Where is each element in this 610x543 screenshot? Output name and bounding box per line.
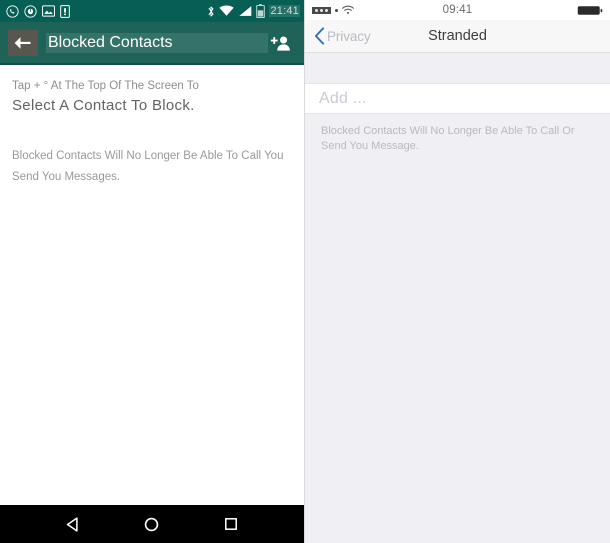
blocked-hint-line-one: Tap + ° At The Top Of The Screen To xyxy=(12,80,199,92)
android-empty-state-body: Tap + ° At The Top Of The Screen To Sele… xyxy=(0,65,304,505)
android-phone-panel: 21:41 Blocked Contacts Tap + ° At The To… xyxy=(0,0,304,543)
android-clock-time: 21:41 xyxy=(269,5,300,17)
battery-icon xyxy=(256,4,266,18)
chevron-left-icon xyxy=(314,27,325,45)
android-navigation-bar xyxy=(0,505,304,543)
android-notification-icons xyxy=(6,4,207,18)
ios-status-bar: 09:41 xyxy=(305,0,610,20)
blocked-description: Blocked Contacts Will No Longer Be Able … xyxy=(12,150,284,183)
back-button[interactable]: Privacy xyxy=(305,27,371,45)
ios-section-spacer xyxy=(305,53,610,83)
add-blocked-contact-label: Add ... xyxy=(319,89,367,107)
recents-square-icon[interactable] xyxy=(211,505,251,543)
wifi-icon xyxy=(219,5,235,17)
android-system-icons: 21:41 xyxy=(207,4,300,18)
back-button-label: Privacy xyxy=(327,28,371,44)
add-blocked-contact-row[interactable]: Add ... xyxy=(305,83,610,114)
page-title: Blocked Contacts xyxy=(46,32,268,53)
ios-section-footer: Blocked Contacts Will No Longer Be Able … xyxy=(305,114,610,543)
back-arrow-icon[interactable] xyxy=(8,29,38,56)
blocked-hint-line-two: Select A Contact To Block. xyxy=(12,97,195,114)
ios-status-right xyxy=(472,5,603,16)
ios-clock-time: 09:41 xyxy=(442,4,473,16)
wifi-icon xyxy=(342,5,354,15)
ios-navigation-bar: Privacy Stranded xyxy=(305,20,610,53)
whatsapp-icon xyxy=(6,4,19,18)
ios-phone-panel: 09:41 Privacy Stranded Add ... Blocked C… xyxy=(304,0,610,543)
bluetooth-icon xyxy=(207,5,215,18)
signal-icon xyxy=(238,5,252,17)
carrier-dot-icon xyxy=(335,8,338,12)
home-circle-icon[interactable] xyxy=(132,505,172,543)
sim-card-icon xyxy=(60,4,70,18)
signal-dots-icon xyxy=(312,6,331,14)
android-status-bar: 21:41 xyxy=(0,0,304,22)
ios-status-left xyxy=(312,5,443,15)
add-contact-icon[interactable] xyxy=(268,31,294,55)
battery-icon xyxy=(577,5,603,16)
photo-icon xyxy=(42,5,55,17)
android-app-bar: Blocked Contacts xyxy=(0,22,304,65)
clock-icon xyxy=(24,4,37,18)
back-triangle-icon[interactable] xyxy=(53,505,93,543)
dual-phone-comparison-screenshot: 21:41 Blocked Contacts Tap + ° At The To… xyxy=(0,0,610,543)
